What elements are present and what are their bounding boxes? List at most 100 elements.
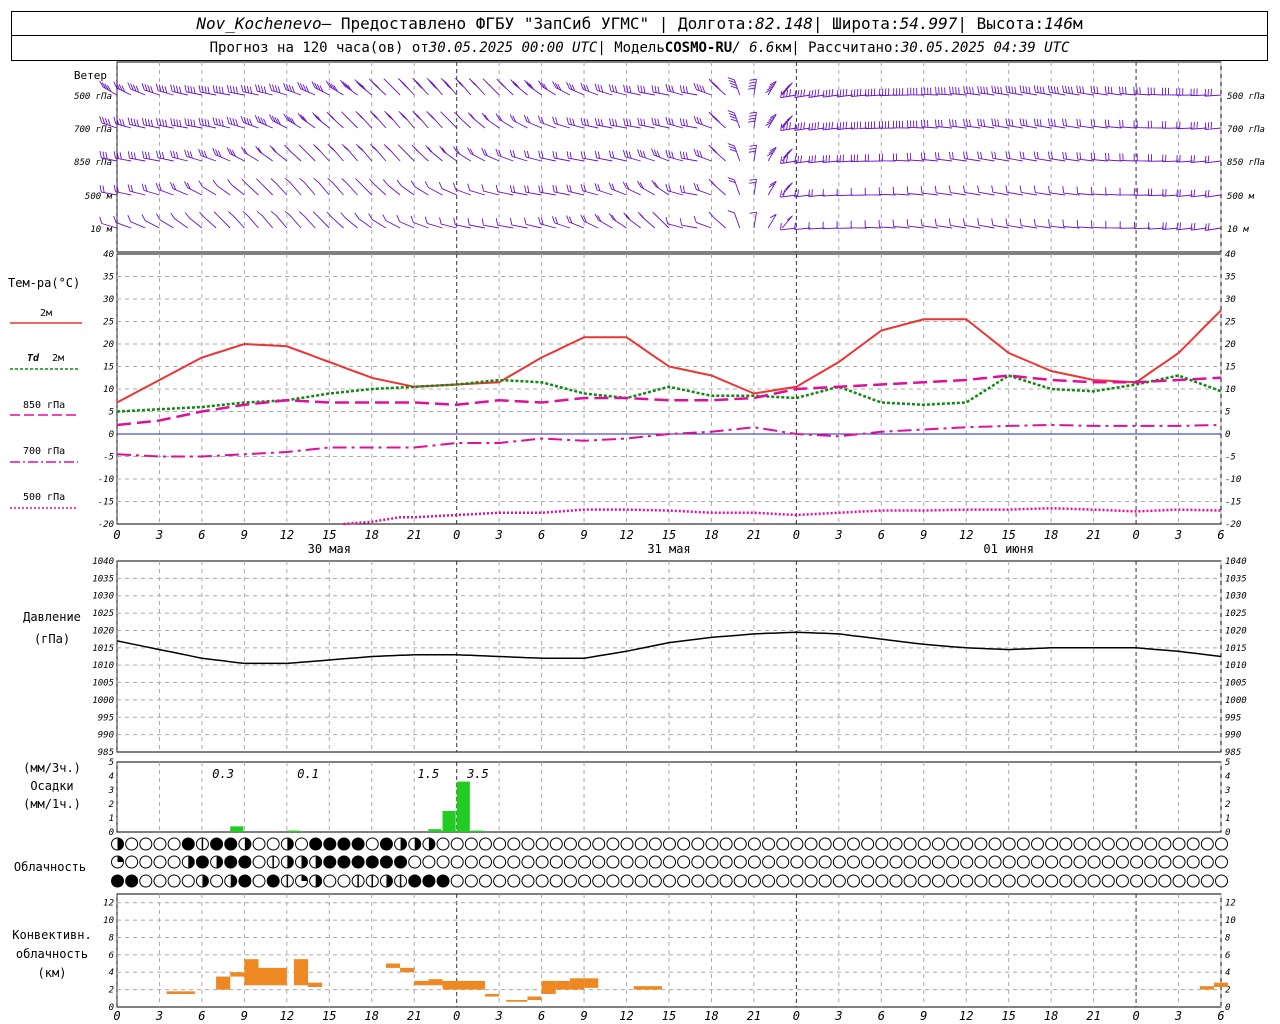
- wind-barb: [765, 80, 777, 96]
- hour-label-top: 12: [280, 528, 294, 542]
- cloud-symbol: [1115, 855, 1129, 869]
- wind-barb: [155, 213, 174, 229]
- cloud-symbol: [889, 837, 903, 851]
- conv-cloud-bar: [442, 980, 485, 990]
- cloud-symbol: [733, 855, 747, 869]
- wind-barb: [426, 111, 443, 129]
- cloud-symbol: [861, 837, 875, 851]
- cloud-symbol: [521, 874, 535, 888]
- conv-cloud-bar: [230, 972, 245, 977]
- wind-barb: [1204, 155, 1222, 164]
- cloud-symbol: [337, 874, 351, 888]
- wind-level-label-left: 10 м: [90, 225, 112, 235]
- wind-barb: [836, 154, 854, 163]
- cloud-symbol: [847, 874, 860, 888]
- wind-barb: [679, 218, 698, 229]
- cloud-symbol: [1016, 855, 1030, 869]
- wind-barb: [727, 210, 741, 229]
- wind-barb: [822, 221, 839, 230]
- pressure-ytick-right: 1030: [1225, 592, 1247, 602]
- cloud-symbol: [677, 837, 691, 851]
- wind-barb: [397, 144, 415, 162]
- precip-ytick-right: 4: [1225, 772, 1230, 782]
- wind-barb: [879, 88, 896, 97]
- cloud-symbol: [634, 855, 648, 869]
- precip-bar: [470, 830, 484, 832]
- wind-barb: [1176, 121, 1193, 130]
- cloud-symbol: [1059, 837, 1073, 851]
- cloud-symbol: [917, 837, 931, 851]
- date-label: 30 мая: [308, 542, 351, 556]
- cloud-symbol: [875, 874, 889, 888]
- temp-title: Тем-ра(°C): [8, 276, 80, 290]
- cloud-symbol: [960, 837, 974, 851]
- precip-ytick-right: 3: [1224, 786, 1230, 796]
- cloud-symbol: [648, 837, 662, 851]
- wind-barb: [212, 179, 231, 196]
- cloud-symbol: [733, 837, 747, 851]
- hour-label-top: 3: [834, 528, 842, 542]
- precip-total-label: 0.1: [297, 767, 319, 781]
- legend-700-label: 700 гПа: [23, 446, 65, 457]
- wind-barb: [355, 111, 373, 129]
- wind-barb: [482, 78, 500, 96]
- hour-label-bottom: 9: [920, 1009, 927, 1023]
- wind-barb: [794, 155, 811, 164]
- cloud-symbol-fill: [117, 838, 124, 850]
- cloud-symbol-fill: [380, 856, 393, 868]
- wind-barb: [580, 214, 599, 229]
- wind-barb: [808, 222, 825, 230]
- conv-ytick-left: 12: [103, 899, 114, 909]
- cloud-symbol-fill: [301, 875, 308, 881]
- series-t500-line: [343, 507, 1222, 526]
- cloud-symbol: [677, 855, 691, 869]
- cloud-symbol: [663, 855, 676, 869]
- cloud-symbol-fill: [202, 875, 209, 887]
- wind-level-label-left: 500 гПа: [74, 92, 112, 102]
- cloud-symbol-fill: [437, 875, 450, 887]
- cloud-symbol: [804, 837, 818, 851]
- wind-barb: [727, 177, 741, 196]
- cloud-symbol: [1101, 874, 1115, 888]
- cloud-title: Облачность: [14, 860, 86, 874]
- cloud-symbol: [733, 874, 747, 888]
- pressure-ytick-left: 1035: [92, 574, 114, 584]
- cloud-symbol: [705, 837, 719, 851]
- cloud-symbol: [592, 874, 606, 888]
- cloud-symbol: [620, 837, 634, 851]
- pressure-ytick-left: 1025: [92, 609, 114, 619]
- temp-ytick-right: -15: [1225, 498, 1241, 508]
- wind-barb: [1162, 154, 1179, 163]
- cloud-symbol: [1016, 874, 1030, 888]
- cloud-symbol: [464, 837, 478, 851]
- wind-barb: [256, 210, 274, 229]
- cloud-symbol: [252, 837, 266, 851]
- wind-barb: [284, 177, 302, 196]
- cloud-symbol: [988, 874, 1002, 888]
- wind-barb: [127, 215, 146, 229]
- cloud-symbol: [295, 837, 308, 851]
- cloud-symbol: [634, 874, 648, 888]
- wind-barb: [184, 181, 203, 196]
- cloud-symbol: [436, 837, 450, 851]
- wind-barb: [355, 143, 373, 162]
- cloud-symbol: [931, 855, 945, 869]
- wind-barb: [836, 88, 854, 98]
- cloud-symbol: [1115, 874, 1129, 888]
- wind-barb: [679, 151, 698, 162]
- wind-barb: [794, 189, 811, 198]
- wind-barb: [383, 144, 401, 162]
- conv-title-3: (км): [38, 966, 67, 980]
- cloud-symbol: [889, 874, 903, 888]
- cloud-symbol: [479, 855, 492, 869]
- temp-ytick-right: -20: [1225, 520, 1241, 530]
- cloud-symbol: [1002, 874, 1016, 888]
- wind-barb: [622, 181, 641, 196]
- cloud-symbol: [1172, 855, 1186, 869]
- conv-cloud-bar: [258, 967, 287, 986]
- wind-barb: [808, 155, 825, 164]
- cloud-symbol: [606, 837, 620, 851]
- cloud-symbol: [1016, 837, 1030, 851]
- cloud-symbol: [1144, 855, 1158, 869]
- precip-bar: [456, 781, 470, 832]
